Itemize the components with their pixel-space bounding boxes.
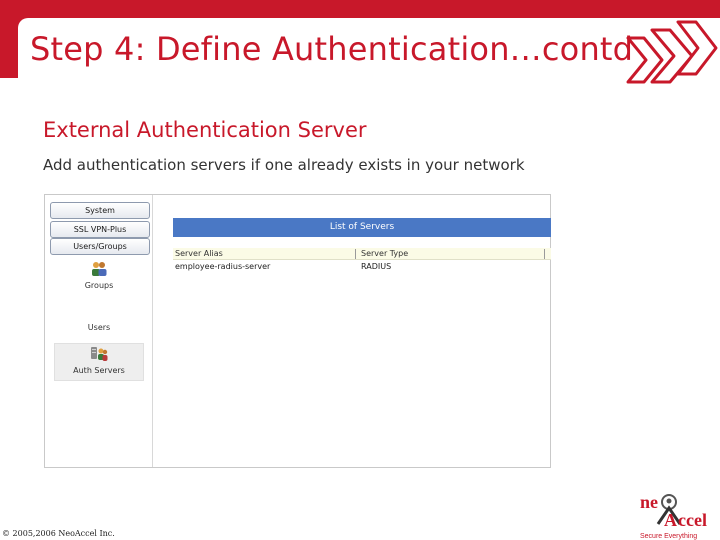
sidebar-item-label: Users [87,323,111,332]
neoaccel-logo: ne A ccel Secure Everything [636,488,720,540]
nav-button-users-groups[interactable]: Users/Groups [50,238,150,255]
auth-servers-icon [91,347,108,361]
users-icon [96,304,102,310]
slide-title: Step 4: Define Authentication…contd [30,30,634,68]
table-header: Server Alias Server Type [173,248,551,260]
cell-server-type: RADIUS [361,262,392,271]
svg-text:Secure Everything: Secure Everything [640,533,697,540]
column-header-server-alias[interactable]: Server Alias [175,248,223,260]
chevron-arrows-icon [626,20,718,84]
column-divider[interactable] [544,249,545,259]
svg-text:ccel: ccel [678,510,707,530]
main-panel: List of Servers Server Alias Server Type… [154,195,551,467]
sidebar-item-groups[interactable]: Groups [54,259,144,297]
sidebar-item-label: Auth Servers [73,366,125,375]
nav-button-ssl-vpn-plus[interactable]: SSL VPN-Plus [50,221,150,238]
sidebar: System SSL VPN-Plus Users/Groups Groups … [45,195,153,467]
app-screenshot: System SSL VPN-Plus Users/Groups Groups … [44,194,551,468]
sidebar-item-auth-servers[interactable]: Auth Servers [54,343,144,381]
sidebar-item-users[interactable]: Users [54,301,144,339]
svg-text:A: A [664,510,677,530]
section-heading: External Authentication Server [43,118,367,142]
table-row[interactable]: employee-radius-server RADIUS [173,261,551,273]
sidebar-item-label: Groups [84,281,114,290]
panel-title: List of Servers [173,218,551,237]
cell-server-alias: employee-radius-server [175,262,271,271]
section-description: Add authentication servers if one alread… [43,156,525,174]
column-header-server-type[interactable]: Server Type [361,248,408,260]
groups-icon [92,262,107,276]
svg-text:ne: ne [640,492,658,512]
nav-button-system[interactable]: System [50,202,150,219]
column-divider[interactable] [355,249,356,259]
logo-icon: ne A ccel Secure Everything [640,492,707,540]
copyright-text: © 2005,2006 NeoAccel Inc. [2,529,115,538]
